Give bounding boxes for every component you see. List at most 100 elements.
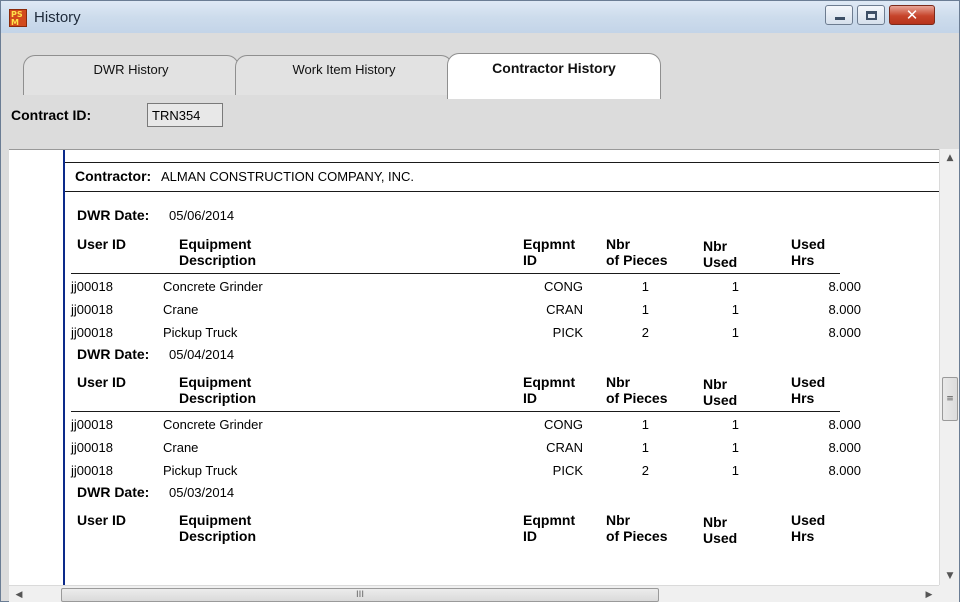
row-hrs: 8.000 (828, 417, 861, 432)
col-header-used: Used (703, 392, 738, 408)
divider-line (65, 162, 939, 163)
row-pieces: 1 (641, 279, 649, 294)
col-header-of-pieces: of Pieces (606, 390, 668, 406)
dwr-date-label: DWR Date: (77, 346, 150, 362)
tab-contractor-history[interactable]: Contractor History (447, 53, 661, 99)
col-header-used-hrs: Used (791, 374, 826, 390)
maximize-button[interactable] (857, 5, 885, 25)
header-rule (71, 411, 840, 412)
col-header-user-id: User ID (77, 512, 127, 528)
col-header-hrs: Hrs (791, 528, 815, 544)
row-user-id: jj00018 (71, 417, 113, 432)
col-header-equipment: Equipment (179, 236, 252, 252)
divider-line (65, 191, 939, 192)
col-header-user-id: User ID (77, 236, 127, 252)
scroll-up-arrow-icon[interactable]: ▲ (940, 149, 960, 167)
contractor-label: Contractor: (75, 168, 152, 184)
vertical-scroll-thumb[interactable]: ≡ (942, 377, 958, 421)
maximize-icon (866, 11, 877, 20)
dwr-date-value: 05/06/2014 (169, 208, 235, 223)
report-margin-line (63, 150, 65, 585)
row-pieces: 1 (641, 302, 649, 317)
row-eqpmnt-id: CRAN (546, 302, 583, 317)
row-pieces: 2 (641, 463, 649, 478)
scroll-left-arrow-icon[interactable]: ◀ (9, 586, 29, 602)
col-header-eqpmnt-id: ID (523, 252, 537, 268)
dwr-date-value: 05/04/2014 (169, 347, 235, 362)
close-button[interactable]: ✕ (889, 5, 935, 25)
col-header-user-id: User ID (77, 374, 127, 390)
title-bar[interactable]: PS M History ✕ (1, 1, 959, 33)
col-header-nbr-used: Nbr (703, 376, 728, 392)
col-header-nbr-pieces: Nbr (606, 236, 631, 252)
contract-id-field[interactable]: TRN354 (147, 103, 223, 127)
contractor-name: ALMAN CONSTRUCTION COMPANY, INC. (161, 169, 415, 184)
row-eqpmnt-id: CONG (544, 279, 583, 294)
row-eqpmnt-id: CRAN (546, 440, 583, 455)
col-header-description: Description (179, 252, 257, 268)
col-header-nbr-pieces: Nbr (606, 374, 631, 390)
minimize-icon (835, 17, 845, 20)
row-pieces: 1 (641, 440, 649, 455)
col-header-equipment: Equipment (179, 374, 252, 390)
row-pieces: 1 (641, 417, 649, 432)
col-header-equipment: Equipment (179, 512, 252, 528)
col-header-used: Used (703, 530, 738, 546)
report-viewer[interactable]: Contractor: ALMAN CONSTRUCTION COMPANY, … (9, 149, 939, 585)
row-hrs: 8.000 (828, 325, 861, 340)
col-header-eqpmnt-id: ID (523, 390, 537, 406)
horizontal-scrollbar[interactable]: ◀ III ▶ (9, 585, 939, 602)
scrollbar-corner (939, 585, 959, 602)
row-used: 1 (731, 440, 739, 455)
col-header-eqpmnt-id: ID (523, 528, 537, 544)
minimize-button[interactable] (825, 5, 853, 25)
row-user-id: jj00018 (71, 325, 113, 340)
col-header-of-pieces: of Pieces (606, 528, 668, 544)
dwr-date-label: DWR Date: (77, 207, 150, 223)
row-description: Pickup Truck (163, 325, 238, 340)
col-header-of-pieces: of Pieces (606, 252, 668, 268)
col-header-nbr-pieces: Nbr (606, 512, 631, 528)
row-user-id: jj00018 (71, 463, 113, 478)
col-header-eqpmnt: Eqpmnt (523, 374, 576, 390)
vertical-scrollbar[interactable]: ▲ ≡ ▼ (939, 149, 959, 585)
dwr-date-value: 05/03/2014 (169, 485, 235, 500)
scroll-down-arrow-icon[interactable]: ▼ (940, 567, 960, 585)
history-window: PS M History ✕ DWR History Work Item Hist… (0, 0, 960, 602)
row-pieces: 2 (641, 325, 649, 340)
contract-id-label: Contract ID: (11, 107, 92, 123)
row-user-id: jj00018 (71, 302, 113, 317)
row-eqpmnt-id: PICK (552, 325, 583, 340)
row-used: 1 (731, 463, 739, 478)
col-header-used-hrs: Used (791, 236, 826, 252)
row-description: Concrete Grinder (163, 417, 263, 432)
row-eqpmnt-id: PICK (552, 463, 583, 478)
row-description: Concrete Grinder (163, 279, 263, 294)
col-header-nbr-used: Nbr (703, 514, 728, 530)
horizontal-scroll-thumb[interactable]: III (61, 588, 659, 602)
row-used: 1 (731, 325, 739, 340)
col-header-eqpmnt: Eqpmnt (523, 236, 576, 252)
row-used: 1 (731, 417, 739, 432)
header-rule (71, 273, 840, 274)
row-used: 1 (731, 302, 739, 317)
close-icon: ✕ (905, 6, 919, 24)
row-description: Crane (163, 440, 199, 455)
row-eqpmnt-id: CONG (544, 417, 583, 432)
col-header-hrs: Hrs (791, 390, 815, 406)
row-hrs: 8.000 (828, 440, 861, 455)
row-user-id: jj00018 (71, 440, 113, 455)
col-header-hrs: Hrs (791, 252, 815, 268)
row-description: Pickup Truck (163, 463, 238, 478)
app-logo-icon: PS M (9, 9, 27, 27)
col-header-used: Used (703, 254, 738, 270)
scroll-right-arrow-icon[interactable]: ▶ (919, 586, 939, 602)
col-header-description: Description (179, 528, 257, 544)
tab-work-item-history[interactable]: Work Item History (235, 55, 453, 95)
col-header-used-hrs: Used (791, 512, 826, 528)
dwr-date-label: DWR Date: (77, 484, 150, 500)
tab-dwr-history[interactable]: DWR History (23, 55, 239, 95)
row-hrs: 8.000 (828, 279, 861, 294)
window-title: History (34, 9, 81, 26)
col-header-description: Description (179, 390, 257, 406)
